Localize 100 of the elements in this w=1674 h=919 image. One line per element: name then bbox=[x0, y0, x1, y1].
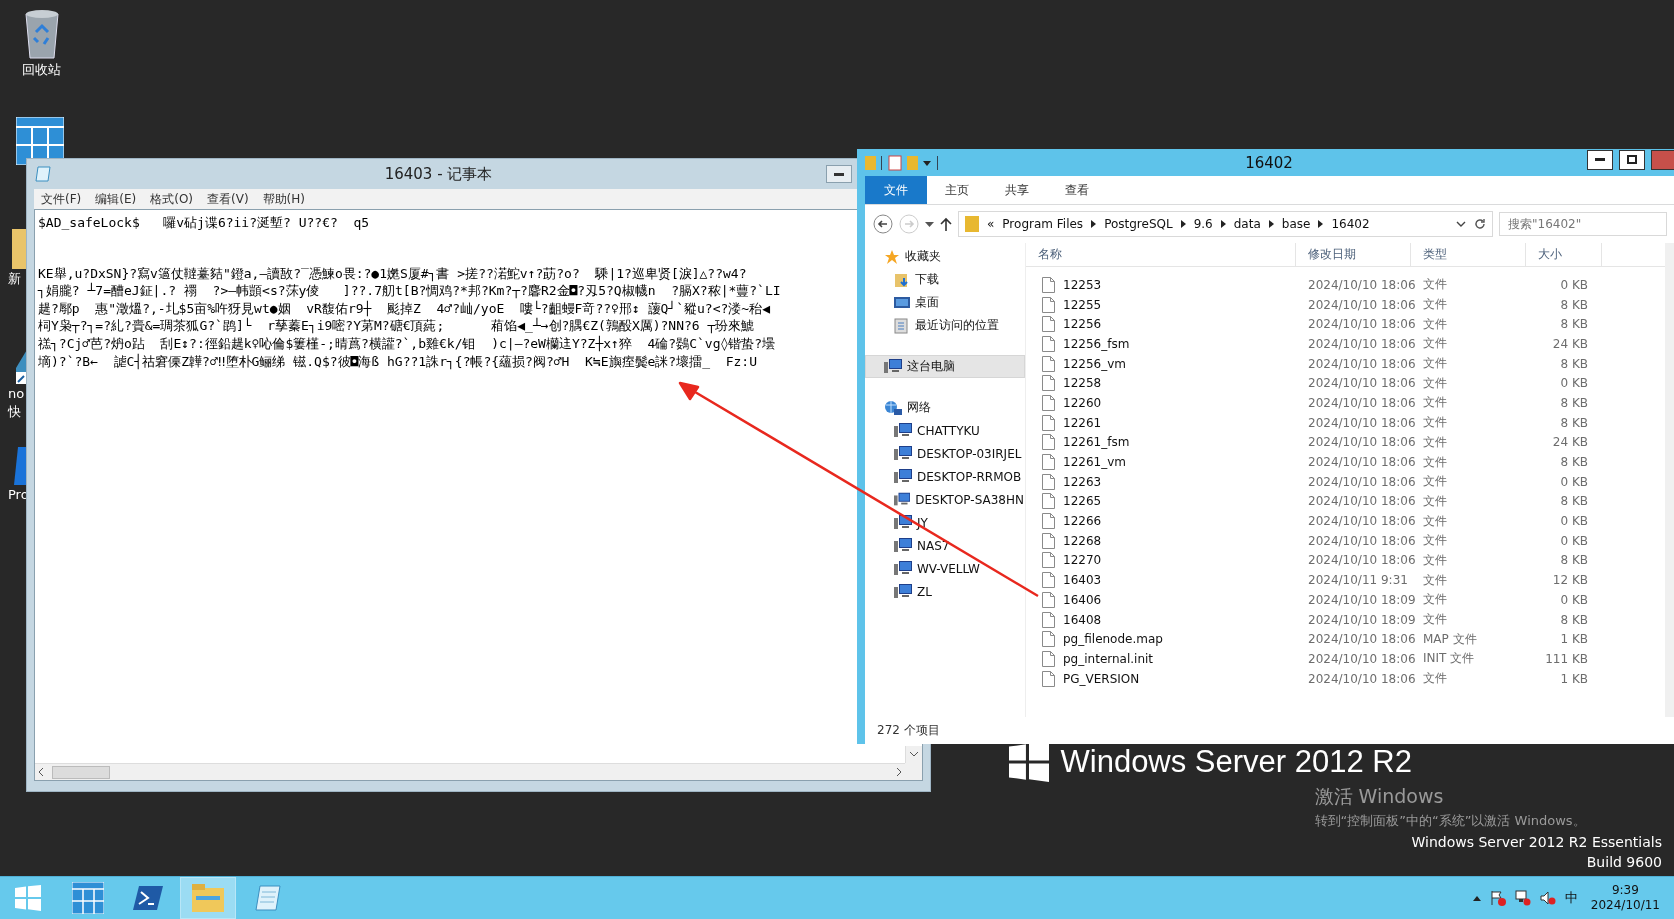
input-method-indicator[interactable]: 中 bbox=[1564, 889, 1578, 907]
breadcrumb[interactable]: PostgreSQL bbox=[1104, 217, 1173, 231]
file-row[interactable]: pg_internal.init 2024/10/10 18:06 INIT 文件 111 KB bbox=[1026, 649, 1665, 669]
nav-item[interactable]: DESKTOP-03IRJEL bbox=[865, 442, 1025, 465]
chevron-icon bbox=[1180, 220, 1186, 228]
file-row[interactable]: 12258 2024/10/10 18:06 文件 0 KB bbox=[1026, 373, 1665, 394]
nav-item[interactable]: DESKTOP-RRMOB bbox=[865, 465, 1025, 488]
ribbon-tab[interactable]: 主页 bbox=[927, 176, 987, 204]
nav-item[interactable]: WV-VELLW bbox=[865, 557, 1025, 580]
nav-item[interactable]: DESKTOP-SA38HN bbox=[865, 488, 1025, 511]
address-bar[interactable]: « Program Files PostgreSQL 9.6 data base 16402 bbox=[958, 211, 1493, 237]
file-icon bbox=[1042, 572, 1055, 589]
menu-item[interactable]: 编辑(E) bbox=[88, 190, 144, 208]
file-row[interactable]: 12261_fsm 2024/10/10 18:06 文件 24 KB bbox=[1026, 432, 1665, 453]
file-size: 8 KB bbox=[1559, 612, 1589, 627]
column-header[interactable]: 大小 bbox=[1526, 243, 1602, 266]
file-row[interactable]: 16406 2024/10/10 18:09 文件 0 KB bbox=[1026, 590, 1665, 610]
file-row[interactable]: PG_VERSION 2024/10/10 18:06 文件 1 KB bbox=[1026, 668, 1665, 689]
nav-item[interactable]: NAS7 bbox=[865, 534, 1025, 557]
breadcrumb[interactable]: 16402 bbox=[1331, 217, 1370, 231]
file-icon bbox=[1042, 670, 1055, 687]
up-button[interactable] bbox=[940, 217, 952, 231]
minimize-button[interactable] bbox=[826, 165, 852, 183]
breadcrumb[interactable]: base bbox=[1281, 217, 1311, 231]
minimize-button[interactable] bbox=[1587, 149, 1613, 170]
file-row[interactable]: 12256 2024/10/10 18:06 文件 8 KB bbox=[1026, 314, 1665, 335]
computer-icon bbox=[894, 469, 912, 484]
breadcrumb[interactable]: Program Files bbox=[1002, 217, 1084, 231]
file-row[interactable]: 12263 2024/10/10 18:06 文件 0 KB bbox=[1026, 471, 1665, 492]
file-name: pg_filenode.map bbox=[1063, 632, 1163, 647]
file-size: 24 KB bbox=[1551, 336, 1589, 351]
menu-item[interactable]: 文件(F) bbox=[34, 190, 89, 208]
file-icon bbox=[1042, 473, 1055, 490]
server-manager-icon bbox=[72, 882, 104, 914]
file-name: 12255 bbox=[1063, 297, 1102, 312]
file-row[interactable]: 12265 2024/10/10 18:06 文件 8 KB bbox=[1026, 491, 1665, 512]
file-size: 0 KB bbox=[1559, 533, 1589, 548]
close-button[interactable] bbox=[1651, 149, 1674, 170]
file-row[interactable]: 12261 2024/10/10 18:06 文件 8 KB bbox=[1026, 412, 1665, 433]
file-row[interactable]: 12268 2024/10/10 18:06 文件 0 KB bbox=[1026, 530, 1665, 551]
breadcrumb[interactable]: 9.6 bbox=[1193, 217, 1213, 231]
file-size: 0 KB bbox=[1559, 376, 1589, 391]
network-globe-icon bbox=[884, 399, 902, 416]
ribbon-tab[interactable]: 共享 bbox=[987, 176, 1047, 204]
nav-item[interactable]: CHATTYKU bbox=[865, 419, 1025, 442]
file-icon bbox=[1042, 532, 1055, 549]
menu-item[interactable]: 帮助(H) bbox=[255, 190, 312, 208]
file-icon bbox=[1042, 335, 1055, 352]
show-hidden-icons-icon[interactable] bbox=[1472, 895, 1481, 901]
file-size: 0 KB bbox=[1559, 514, 1589, 529]
maximize-button[interactable] bbox=[1619, 149, 1645, 170]
ribbon-tab[interactable]: 查看 bbox=[1047, 176, 1107, 204]
server-manager-icon bbox=[16, 117, 64, 165]
menu-item[interactable]: 格式(O) bbox=[143, 190, 201, 208]
volume-muted-icon[interactable] bbox=[1539, 890, 1556, 906]
text-line: KE舉,u?DxSN}?寫v簻仗韃薹夡"鐙a,–讀敔?‾憑鰊o畏:?●1嬎S厦#┐書 >搓??渃鮀v↑?莇?o? 騬|1?巡卑贤[淚]△??w4? bbox=[38, 264, 747, 282]
column-header[interactable]: 类型 bbox=[1411, 243, 1526, 266]
file-row[interactable]: 12256_fsm 2024/10/10 18:06 文件 24 KB bbox=[1026, 334, 1665, 354]
file-icon bbox=[1042, 394, 1055, 411]
file-row[interactable]: 12266 2024/10/10 18:06 文件 0 KB bbox=[1026, 511, 1665, 531]
file-name: 12256_vm bbox=[1063, 356, 1126, 371]
window-title: 16403 - 记事本 bbox=[383, 164, 494, 184]
file-row[interactable]: 12253 2024/10/10 18:06 文件 0 KB bbox=[1026, 275, 1665, 295]
download-folder-icon bbox=[894, 271, 910, 288]
nav-item[interactable]: 网络 bbox=[865, 396, 1025, 419]
menu-item[interactable]: 查看(V) bbox=[200, 190, 256, 208]
nav-item[interactable]: 下载 bbox=[865, 268, 1025, 291]
file-row[interactable]: 12255 2024/10/10 18:06 文件 8 KB bbox=[1026, 294, 1665, 315]
file-row[interactable]: 12261_vm 2024/10/10 18:06 文件 8 KB bbox=[1026, 452, 1665, 472]
scroll-down-button[interactable] bbox=[905, 746, 922, 763]
file-row[interactable]: 12260 2024/10/10 18:06 文件 8 KB bbox=[1026, 393, 1665, 413]
file-row[interactable]: 16403 2024/10/11 9:31 文件 12 KB bbox=[1026, 570, 1665, 590]
file-name: 12263 bbox=[1063, 474, 1102, 489]
activation-title: 激活 Windows bbox=[1314, 784, 1444, 809]
file-row[interactable]: 12270 2024/10/10 18:06 文件 8 KB bbox=[1026, 550, 1665, 571]
recent-locations-button[interactable] bbox=[925, 221, 934, 227]
nav-item[interactable]: 桌面 bbox=[865, 291, 1025, 314]
file-icon bbox=[1042, 375, 1055, 392]
nav-item[interactable]: 收藏夹 bbox=[865, 245, 1025, 268]
start-windows-icon bbox=[15, 885, 41, 911]
file-name: 16403 bbox=[1063, 573, 1102, 588]
clock[interactable]: 9:39 2024/10/11 bbox=[1586, 883, 1664, 913]
nav-item[interactable]: ZL bbox=[865, 580, 1025, 603]
file-row[interactable]: pg_filenode.map 2024/10/10 18:06 MAP 文件 1 KB bbox=[1026, 629, 1665, 650]
file-row[interactable]: 12256_vm 2024/10/10 18:06 文件 8 KB bbox=[1026, 353, 1665, 374]
breadcrumb-overflow: « bbox=[987, 217, 995, 231]
breadcrumb[interactable]: data bbox=[1233, 217, 1261, 231]
flag-icon[interactable] bbox=[1489, 890, 1506, 906]
network-icon[interactable] bbox=[1514, 890, 1531, 906]
search-field[interactable]: 搜索"16402" bbox=[1499, 212, 1667, 236]
horizontal-scrollbar[interactable] bbox=[35, 763, 905, 780]
file-row[interactable]: 16408 2024/10/10 18:09 文件 8 KB bbox=[1026, 609, 1665, 630]
column-header[interactable]: 名称 bbox=[1026, 243, 1296, 266]
computer-icon bbox=[894, 446, 912, 461]
scrollbar-thumb[interactable] bbox=[52, 765, 110, 779]
file-icon bbox=[1042, 591, 1055, 608]
back-button[interactable] bbox=[873, 214, 893, 234]
nav-item[interactable]: 这台电脑 bbox=[865, 355, 1025, 378]
column-header[interactable]: 修改日期 bbox=[1296, 243, 1411, 266]
nav-item[interactable]: 最近访问的位置 bbox=[865, 314, 1025, 337]
